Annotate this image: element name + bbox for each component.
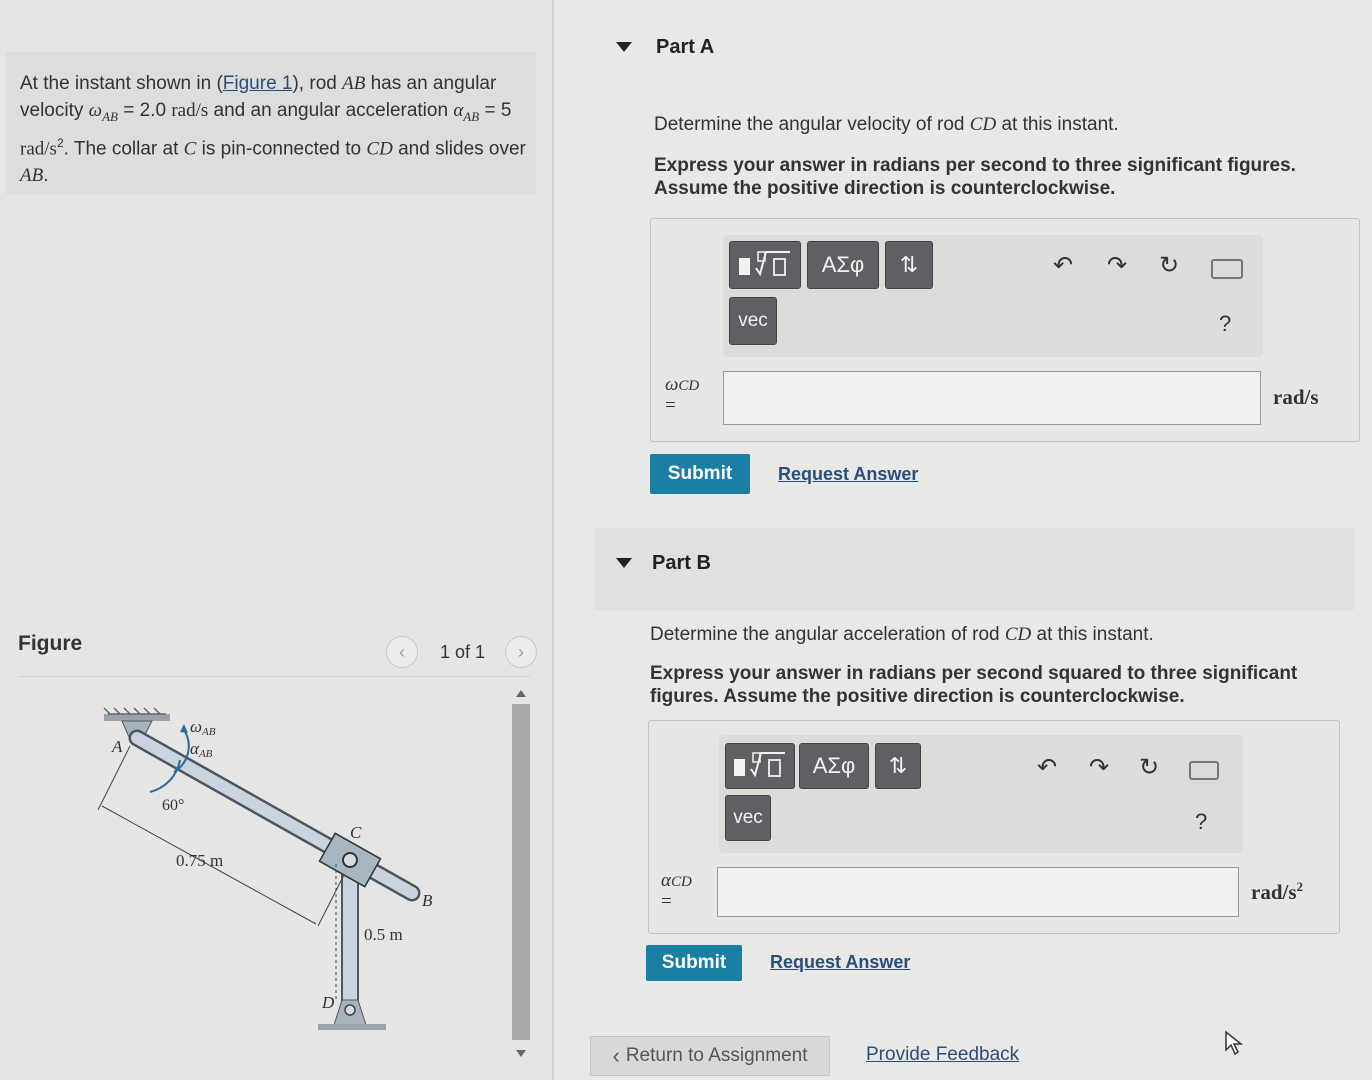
dim-extension-c <box>317 874 345 927</box>
scroll-down-arrow-icon[interactable] <box>516 1050 526 1057</box>
undo-icon[interactable]: ↶ <box>1053 251 1073 280</box>
math-toolbar: ΑΣφ ⇅ vec ↶ ↷ ↻ ? <box>719 735 1243 853</box>
bottom-support <box>318 1024 386 1030</box>
figure-pager: ‹ 1 of 1 › <box>386 636 538 668</box>
part-b-answer-box: ΑΣφ ⇅ vec ↶ ↷ ↻ ? αCD = rad/s2 <box>648 720 1340 934</box>
redo-icon[interactable]: ↷ <box>1089 753 1109 782</box>
pin-D <box>344 1004 356 1016</box>
return-to-assignment-button[interactable]: ‹ Return to Assignment <box>590 1036 830 1076</box>
arrows-button[interactable]: ⇅ <box>875 743 921 789</box>
templates-button[interactable] <box>729 241 801 289</box>
answer-a-label: ωCD = <box>665 374 700 416</box>
figure-scrollbar-thumb[interactable] <box>512 704 530 1040</box>
part-a-answer-box: ΑΣφ ⇅ vec ↶ ↷ ↻ ? ωCD = rad/s <box>650 218 1360 442</box>
vec-button[interactable]: vec <box>729 297 777 345</box>
part-a-question: Determine the angular velocity of rod CD… <box>654 114 1119 135</box>
label-A: A <box>111 737 123 756</box>
templates-icon <box>739 251 790 277</box>
label-C: C <box>350 823 362 842</box>
templates-button[interactable] <box>725 743 795 789</box>
part-a-instructions: Express your answer in radians per secon… <box>654 155 1296 199</box>
parts-panel: Part A Determine the angular velocity of… <box>554 0 1372 1080</box>
unit-rad-per-s-squared: rad/s2 <box>1251 879 1304 904</box>
mechanism-figure: A B C D ωAB αAB 60° 0.75 m 0.5 m <box>97 707 433 1030</box>
answer-b-label: αCD = <box>661 870 692 912</box>
part-b-title: Part B <box>652 552 711 574</box>
label-angle: 60° <box>162 797 184 814</box>
keyboard-icon[interactable] <box>1189 761 1219 780</box>
pin-C <box>342 852 358 868</box>
submit-button-b[interactable]: Submit <box>646 945 742 981</box>
problem-statement-box: At the instant shown in (Figure 1), rod … <box>6 52 536 194</box>
greek-symbols-button[interactable]: ΑΣφ <box>807 241 879 289</box>
request-answer-link-b[interactable]: Request Answer <box>770 952 910 973</box>
ground-hatch <box>103 707 166 715</box>
mouse-cursor-icon <box>1225 1030 1244 1056</box>
label-D: D <box>321 993 335 1012</box>
templates-icon <box>734 752 785 778</box>
next-figure-button[interactable]: › <box>505 636 538 668</box>
figure-link[interactable]: Figure 1 <box>223 73 293 94</box>
collapse-triangle-icon[interactable] <box>616 558 632 568</box>
chevron-left-icon: ‹ <box>612 1043 620 1068</box>
label-length-05: 0.5 m <box>364 925 403 944</box>
request-answer-link-a[interactable]: Request Answer <box>778 464 918 485</box>
reset-icon[interactable]: ↻ <box>1139 753 1159 782</box>
help-icon[interactable]: ? <box>1219 311 1231 337</box>
reset-icon[interactable]: ↻ <box>1159 251 1179 280</box>
part-a-title: Part A <box>656 36 715 58</box>
part-b-instructions: Express your answer in radians per secon… <box>650 663 1298 707</box>
label-omega: ωAB <box>190 717 216 738</box>
collapse-triangle-icon[interactable] <box>616 42 632 52</box>
redo-icon[interactable]: ↷ <box>1107 251 1127 280</box>
greek-symbols-button[interactable]: ΑΣφ <box>799 743 869 789</box>
part-b-question: Determine the angular acceleration of ro… <box>650 624 1154 645</box>
divider <box>18 676 530 677</box>
omega-arrowhead <box>180 724 188 733</box>
top-support <box>104 714 170 721</box>
provide-feedback-link[interactable]: Provide Feedback <box>866 1044 1019 1066</box>
angular-acceleration-input[interactable] <box>717 867 1239 917</box>
label-alpha: αAB <box>190 739 213 760</box>
arrows-button[interactable]: ⇅ <box>885 241 933 289</box>
part-b-header[interactable]: Part B <box>594 528 1354 610</box>
label-B: B <box>422 891 433 910</box>
submit-button-a[interactable]: Submit <box>650 454 750 494</box>
problem-statement: At the instant shown in (Figure 1), rod … <box>20 73 526 187</box>
problem-panel: At the instant shown in (Figure 1), rod … <box>0 0 554 1080</box>
scroll-up-arrow-icon[interactable] <box>516 690 526 697</box>
unit-rad-per-s: rad/s <box>1273 385 1319 409</box>
angular-velocity-input[interactable] <box>723 371 1261 425</box>
help-icon[interactable]: ? <box>1195 809 1207 835</box>
keyboard-icon[interactable] <box>1211 259 1243 279</box>
label-length-075: 0.75 m <box>176 851 223 870</box>
prev-figure-button[interactable]: ‹ <box>386 636 418 668</box>
undo-icon[interactable]: ↶ <box>1037 753 1057 782</box>
figure-page-count: 1 of 1 <box>440 641 486 662</box>
figure-title: Figure <box>18 632 83 655</box>
part-a-header[interactable]: Part A <box>594 12 1354 94</box>
math-toolbar: ΑΣφ ⇅ vec ↶ ↷ ↻ ? <box>723 235 1263 357</box>
vec-button[interactable]: vec <box>725 795 771 841</box>
